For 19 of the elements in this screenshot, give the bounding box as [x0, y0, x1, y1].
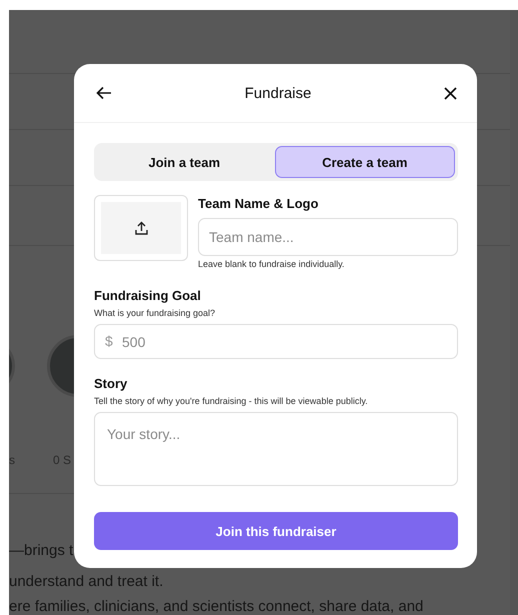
body-text: ere families, clinicians, and scientists connect, share data, and	[9, 598, 424, 615]
team-name-field[interactable]: Team name...	[198, 218, 458, 256]
story-field[interactable]: Your story...	[94, 412, 458, 486]
back-icon[interactable]	[96, 86, 112, 100]
tab[interactable]: Create a team	[274, 146, 455, 178]
dialog-title: Fundraise	[244, 84, 312, 102]
field-label: Team Name & Logo	[198, 195, 320, 213]
close-icon[interactable]	[444, 86, 457, 100]
field-label: Fundraising Goal	[94, 287, 202, 305]
body-text: —brings t	[9, 541, 74, 561]
upload-icon	[134, 221, 148, 235]
body-text: understand and treat it.	[9, 572, 164, 592]
field-hint: What is your fundraising goal?	[94, 308, 216, 318]
join-fundraiser-button[interactable]: Join this fundraiser	[94, 512, 458, 550]
tab[interactable]: Join a team	[94, 146, 274, 178]
field-label: Story	[94, 375, 128, 393]
field-hint: Tell the story of why you're fundraising - this will be viewable publicly.	[94, 396, 369, 406]
currency-symbol: $	[105, 333, 113, 350]
field-hint: Leave blank to fundraise individually.	[198, 259, 346, 269]
